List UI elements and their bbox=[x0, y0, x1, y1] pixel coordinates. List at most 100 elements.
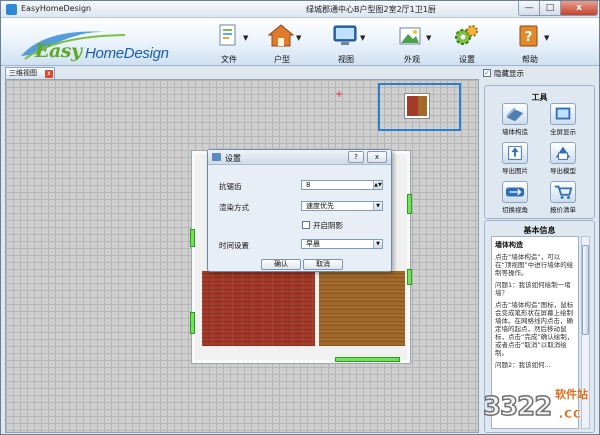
time-setting-select[interactable]: 早晨 ▼ bbox=[301, 239, 383, 249]
cart-icon bbox=[550, 181, 576, 203]
svg-text:?: ? bbox=[525, 30, 533, 45]
settings-dialog: 设置 ? x 抗锯齿 8 ▲▼ 渲染方式 速度优先 ▼ 开启阴影 时间设置 早晨… bbox=[207, 149, 392, 272]
minimap-house-thumbnail bbox=[405, 94, 429, 118]
window-bottom[interactable] bbox=[335, 357, 400, 362]
monitor-icon bbox=[333, 25, 357, 45]
wall-build-icon bbox=[502, 103, 528, 125]
tool-switch-view[interactable]: 切换视角 bbox=[497, 181, 533, 215]
minimize-button[interactable]: — bbox=[518, 1, 540, 16]
house-icon bbox=[268, 24, 294, 47]
shadow-checkbox-label: 开启阴影 bbox=[313, 221, 343, 230]
tool-export-model[interactable]: 导出模型 bbox=[545, 142, 581, 176]
chevron-down-icon: ▼ bbox=[544, 34, 550, 42]
tool-fullscreen[interactable]: 全屏显示 bbox=[545, 103, 581, 137]
export-model-icon bbox=[550, 142, 576, 164]
tool-quote-list-label: 报价清单 bbox=[550, 206, 576, 214]
menu-settings[interactable]: 设置 bbox=[444, 22, 494, 66]
menu-help-label: 帮助 bbox=[522, 55, 538, 64]
app-icon bbox=[6, 4, 17, 15]
dialog-help-button[interactable]: ? bbox=[348, 151, 364, 163]
export-image-icon bbox=[502, 142, 528, 164]
watermark-suffix: .cc bbox=[558, 404, 582, 423]
tool-wall-build[interactable]: 墙体构造 bbox=[497, 103, 533, 137]
tool-wall-build-label: 墙体构造 bbox=[502, 128, 528, 136]
antialias-spinbox[interactable]: 8 ▲▼ bbox=[301, 180, 383, 190]
info-title: 基本信息 bbox=[523, 226, 556, 235]
window-right-upper[interactable] bbox=[407, 194, 412, 214]
close-button[interactable]: x bbox=[560, 1, 598, 16]
show-hide-label: 隐藏显示 bbox=[494, 69, 524, 78]
tab-3d-view[interactable]: 三维视图 x bbox=[5, 67, 55, 79]
menu-appearance-label: 外观 bbox=[404, 55, 420, 64]
chevron-down-icon: ▼ bbox=[426, 34, 432, 42]
app-window: EasyHomeDesign 绿城郡通中心B户型图2室2厅1卫1厨 — □ x … bbox=[0, 0, 600, 435]
antialias-label: 抗锯齿 bbox=[219, 182, 242, 191]
chevron-down-icon: ▼ bbox=[243, 34, 249, 42]
tool-export-model-label: 导出模型 bbox=[550, 167, 576, 175]
dialog-close-button[interactable]: x bbox=[367, 151, 387, 163]
ok-button[interactable]: 确认 bbox=[261, 259, 301, 270]
chevron-down-icon: ▼ bbox=[296, 34, 302, 42]
chevron-down-icon: ▼ bbox=[360, 34, 366, 42]
tool-fullscreen-label: 全屏显示 bbox=[550, 128, 576, 136]
window-right-lower[interactable] bbox=[407, 269, 412, 285]
watermark-number: 3322 bbox=[482, 391, 553, 423]
shadow-checkbox[interactable] bbox=[302, 221, 310, 229]
chevron-down-icon[interactable]: ▼ bbox=[373, 202, 382, 210]
tool-quote-list[interactable]: 报价清单 bbox=[545, 181, 581, 215]
tab-3d-view-label: 三维视图 bbox=[9, 69, 37, 77]
info-paragraph: 点击“墙体构造”，可以在“顶视图”中进行墙体的绘制等操作。 bbox=[495, 253, 574, 277]
window-left-lower[interactable] bbox=[190, 312, 195, 334]
logo-homedesign-text: HomeDesign bbox=[85, 45, 169, 62]
info-paragraph: 问题1：我该如何绘制一堵墙？ bbox=[495, 281, 571, 297]
render-mode-label: 渲染方式 bbox=[219, 203, 249, 212]
show-hide-checkbox[interactable]: ✓ bbox=[483, 69, 491, 77]
info-paragraph: 问题2：我该如何... bbox=[495, 361, 551, 369]
menu-view[interactable]: ▼ 视图 bbox=[323, 22, 373, 66]
menu-view-label: 视图 bbox=[338, 55, 354, 64]
app-title: EasyHomeDesign bbox=[21, 4, 92, 13]
tool-export-image[interactable]: 导出图片 bbox=[497, 142, 533, 176]
dialog-title-bar[interactable]: 设置 ? x bbox=[208, 150, 391, 165]
room-floor-living[interactable] bbox=[319, 271, 405, 346]
room-floor-bedroom[interactable] bbox=[202, 271, 315, 346]
title-bar: EasyHomeDesign 绿城郡通中心B户型图2室2厅1卫1厨 — □ x bbox=[1, 1, 599, 18]
fullscreen-icon bbox=[550, 103, 576, 125]
right-panel: ✓ 隐藏显示 工具 墙体构造 全屏显示 导出图片 导出模型 切换视角 报价清单 … bbox=[483, 67, 596, 433]
maximize-button[interactable]: □ bbox=[539, 1, 561, 16]
logo-easy-text: Easy bbox=[35, 40, 82, 62]
file-icon bbox=[219, 24, 236, 46]
menu-floorplan[interactable]: ▼ 户型 bbox=[259, 22, 309, 66]
logo: Easy HomeDesign bbox=[15, 26, 169, 64]
tool-export-image-label: 导出图片 bbox=[502, 167, 528, 175]
menu-appearance[interactable]: ▼ 外观 bbox=[389, 22, 439, 66]
time-setting-label: 时间设置 bbox=[219, 241, 249, 250]
close-icon[interactable]: x bbox=[45, 70, 53, 78]
watermark-site-text: 软件站 bbox=[555, 388, 588, 401]
ribbon: Easy HomeDesign ▼ 文件 ▼ 户型 ▼ 视图 ▼ 外观 设置 ?… bbox=[1, 18, 599, 66]
menu-file[interactable]: ▼ 文件 bbox=[206, 22, 256, 66]
render-mode-select[interactable]: 速度优先 ▼ bbox=[301, 201, 383, 211]
window-left-upper[interactable] bbox=[190, 229, 195, 247]
info-paragraph: 点击“墙体构造”图标，鼠标会变成笔形状在屏幕上绘制墙体。在网格线内点击，确定墙的… bbox=[495, 301, 574, 357]
chevron-down-icon[interactable]: ▼ bbox=[373, 240, 382, 248]
spin-arrows-icon[interactable]: ▲▼ bbox=[373, 181, 382, 189]
document-title: 绿城郡通中心B户型图2室2厅1卫1厨 bbox=[306, 5, 436, 14]
menu-help[interactable]: ? ▼ 帮助 bbox=[507, 22, 557, 66]
cancel-button[interactable]: 取消 bbox=[303, 259, 343, 270]
time-setting-value: 早晨 bbox=[306, 240, 320, 248]
view-tab-bar: 三维视图 x bbox=[5, 67, 479, 79]
dialog-icon bbox=[212, 153, 221, 161]
crosshair-cursor-icon: + bbox=[335, 89, 344, 100]
gear-icon bbox=[455, 25, 478, 45]
scrollbar-thumb[interactable] bbox=[582, 245, 589, 335]
render-mode-value: 速度优先 bbox=[306, 202, 334, 210]
minimap-selection[interactable] bbox=[378, 83, 461, 131]
picture-icon bbox=[399, 27, 421, 45]
tools-title: 工具 bbox=[531, 93, 548, 102]
dialog-title: 设置 bbox=[225, 154, 241, 163]
menu-floorplan-label: 户型 bbox=[274, 55, 290, 64]
antialias-value: 8 bbox=[306, 181, 311, 189]
menu-settings-label: 设置 bbox=[459, 55, 475, 64]
tools-panel: 工具 墙体构造 全屏显示 导出图片 导出模型 切换视角 报价清单 bbox=[484, 85, 595, 219]
